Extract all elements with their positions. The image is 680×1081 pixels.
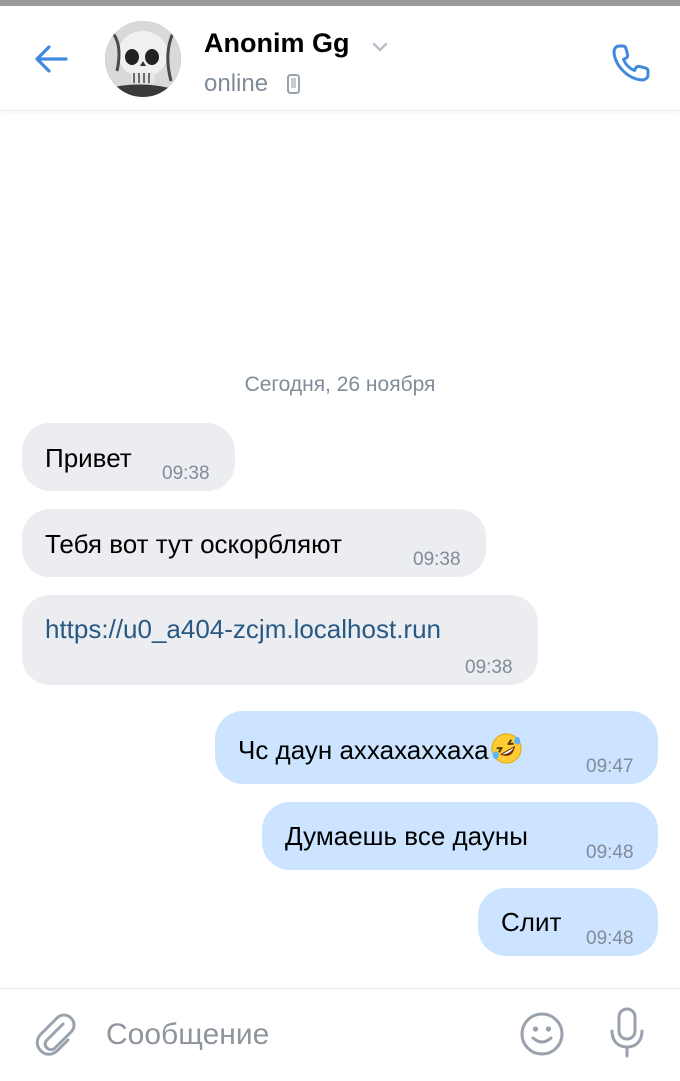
- contact-status: online: [204, 70, 269, 97]
- call-button[interactable]: [606, 38, 656, 88]
- message-time: 09:48: [586, 928, 634, 949]
- message-text: Привет: [45, 443, 132, 473]
- message-outgoing[interactable]: Думаешь все дауны 09:48: [262, 802, 658, 870]
- message-incoming[interactable]: Тебя вот тут оскорбляют 09:38: [22, 509, 486, 577]
- message-time: 09:38: [162, 463, 210, 484]
- smiley-icon[interactable]: [517, 1009, 567, 1059]
- chevron-down-icon[interactable]: [370, 40, 390, 54]
- message-outgoing[interactable]: Слит 09:48: [478, 888, 658, 956]
- message-time: 09:38: [413, 549, 461, 570]
- message-time: 09:38: [465, 657, 513, 678]
- mobile-phone-icon: [287, 74, 300, 94]
- phone-icon: [612, 44, 650, 82]
- message-composer: [0, 988, 680, 1081]
- message-input[interactable]: [106, 1013, 486, 1057]
- contact-avatar[interactable]: [105, 21, 181, 97]
- message-text: Тебя вот тут оскорбляют: [45, 529, 342, 559]
- microphone-icon[interactable]: [604, 1005, 650, 1061]
- message-incoming-link[interactable]: https://u0_a404-zcjm.localhost.run 09:38: [22, 595, 538, 685]
- paperclip-icon[interactable]: [30, 1009, 80, 1059]
- message-text: Чс даун аххахаххаха: [238, 735, 489, 765]
- chat-header: Anonim Gg online: [0, 6, 680, 111]
- message-incoming[interactable]: Привет 09:38: [22, 423, 235, 491]
- contact-name[interactable]: Anonim Gg: [204, 28, 349, 59]
- message-time: 09:48: [586, 842, 634, 863]
- rolling-on-floor-laughing-emoji-icon: [491, 733, 522, 764]
- date-separator: Сегодня, 26 ноября: [244, 373, 436, 396]
- skull-avatar-image: [105, 21, 181, 97]
- message-text: Слит: [501, 907, 562, 937]
- message-outgoing[interactable]: Чс даун аххахаххаха 09:47: [215, 711, 658, 784]
- back-button[interactable]: [28, 36, 74, 82]
- message-text: Думаешь все дауны: [285, 821, 528, 851]
- arrow-left-icon: [35, 45, 68, 73]
- message-link[interactable]: https://u0_a404-zcjm.localhost.run: [45, 614, 441, 644]
- message-time: 09:47: [586, 756, 634, 777]
